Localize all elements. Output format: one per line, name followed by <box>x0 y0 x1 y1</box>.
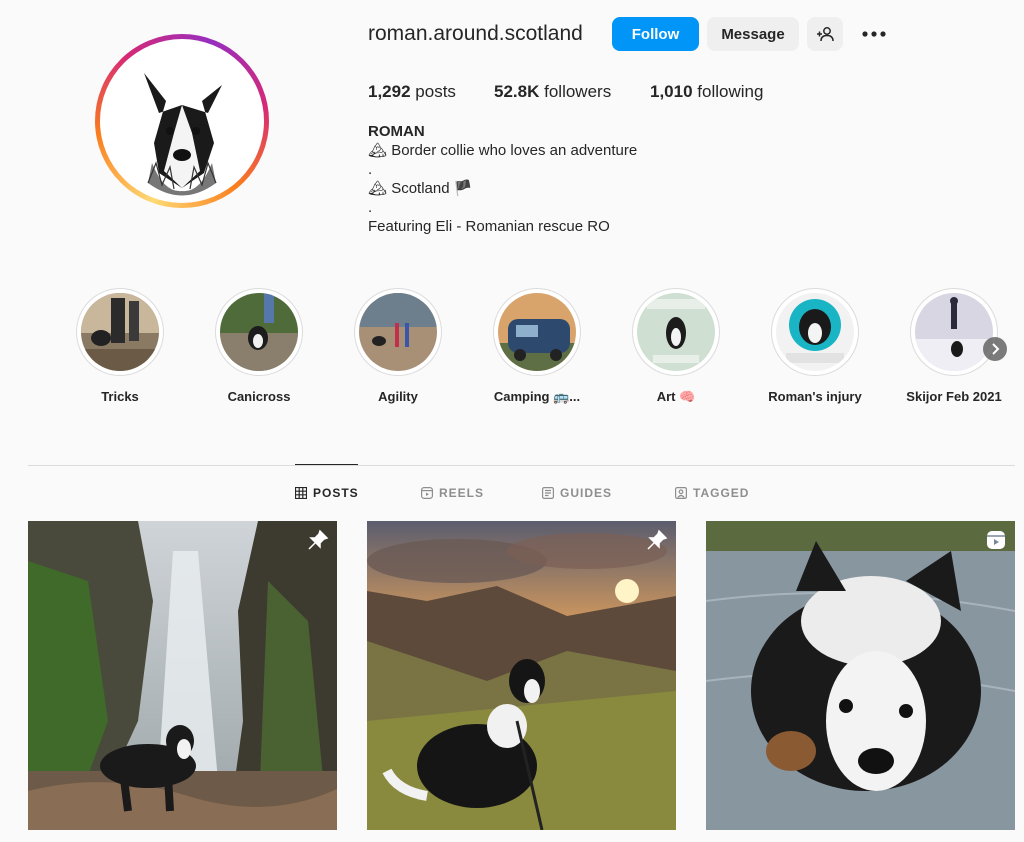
highlight-label: Canicross <box>227 389 291 404</box>
message-button[interactable]: Message <box>707 17 799 51</box>
bio-line: 🏔 Border collie who loves an adventure <box>368 142 638 159</box>
highlight-romans-injury[interactable]: Roman's injury <box>760 288 870 404</box>
post-tile[interactable] <box>28 521 337 830</box>
tab-posts[interactable]: POSTS <box>295 486 359 500</box>
posts-stat: 1,292 posts <box>368 82 456 102</box>
tab-guides[interactable]: GUIDES <box>542 486 612 500</box>
bio-line: Featuring Eli - Romanian rescue RO <box>368 218 610 235</box>
highlight-label: Art 🧠 <box>656 389 696 404</box>
followers-label: followers <box>544 82 612 101</box>
reel-icon <box>985 529 1007 556</box>
posts-label: posts <box>415 82 456 101</box>
highlight-thumbnail <box>81 293 159 371</box>
highlight-label: Roman's injury <box>768 389 862 404</box>
bio: ROMAN 🏔 Border collie who loves an adven… <box>368 122 637 236</box>
bio-line: 🏔 Scotland 🏴 <box>368 180 473 197</box>
highlight-camping[interactable]: Camping 🚌... <box>482 288 592 405</box>
posts-count: 1,292 <box>368 82 411 101</box>
highlight-agility[interactable]: Agility <box>343 288 453 404</box>
highlight-thumbnail <box>220 293 298 371</box>
following-label: following <box>697 82 764 101</box>
highlight-label: Tricks <box>101 389 139 404</box>
bio-line: . <box>368 161 373 178</box>
highlight-label: Agility <box>378 389 418 404</box>
highlight-thumbnail <box>637 293 715 371</box>
highlight-label: Skijor Feb 2021 <box>906 389 1002 404</box>
tab-tagged[interactable]: TAGGED <box>675 486 749 500</box>
tabs-divider <box>28 465 1015 466</box>
guides-icon <box>542 487 554 499</box>
post-image-waterfall <box>28 521 337 830</box>
tab-label: GUIDES <box>560 486 613 500</box>
tab-label: REELS <box>439 486 485 500</box>
followers-stat[interactable]: 52.8K followers <box>494 82 611 102</box>
highlight-tricks[interactable]: Tricks <box>65 288 175 404</box>
highlights-next-button[interactable] <box>983 337 1007 361</box>
following-stat[interactable]: 1,010 following <box>650 82 763 102</box>
more-options-button[interactable] <box>860 22 888 46</box>
pin-icon <box>646 529 668 556</box>
highlight-thumbnail <box>915 293 993 371</box>
highlight-thumbnail <box>776 293 854 371</box>
suggest-accounts-button[interactable] <box>807 17 843 51</box>
post-tile[interactable] <box>367 521 676 830</box>
reels-icon <box>421 487 433 499</box>
chevron-right-icon <box>992 343 1000 355</box>
highlight-thumbnail <box>498 293 576 371</box>
profile-name: ROMAN <box>368 123 425 140</box>
more-icon <box>862 31 886 37</box>
tagged-icon <box>675 487 687 499</box>
highlight-art[interactable]: Art 🧠 <box>621 288 731 405</box>
active-tab-indicator <box>295 464 358 465</box>
following-count: 1,010 <box>650 82 693 101</box>
follow-button[interactable]: Follow <box>612 17 699 51</box>
followers-count: 52.8K <box>494 82 540 101</box>
highlight-label: Camping 🚌... <box>493 389 581 404</box>
tab-label: POSTS <box>313 486 359 500</box>
avatar <box>104 43 260 199</box>
profile-avatar[interactable] <box>95 34 269 208</box>
highlight-thumbnail <box>359 293 437 371</box>
grid-icon <box>295 487 307 499</box>
highlight-canicross[interactable]: Canicross <box>204 288 314 404</box>
post-tile[interactable] <box>706 521 1015 830</box>
post-image-dog-in-water <box>706 521 1015 830</box>
tab-reels[interactable]: REELS <box>421 486 484 500</box>
tab-label: TAGGED <box>693 486 750 500</box>
add-user-icon <box>817 27 834 42</box>
pin-icon <box>307 529 329 556</box>
bio-line: . <box>368 199 373 216</box>
username: roman.around.scotland <box>368 22 583 45</box>
post-image-sunset-valley <box>367 521 676 830</box>
